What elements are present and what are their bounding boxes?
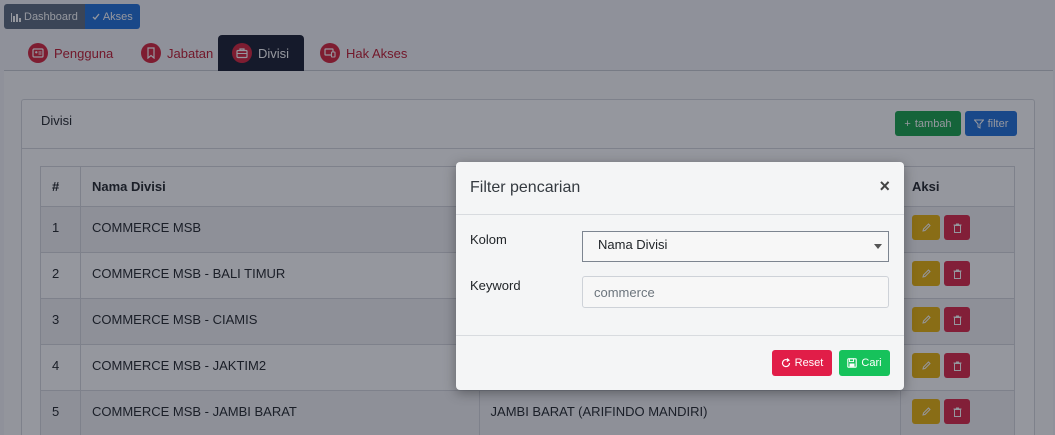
- keyword-input[interactable]: [582, 276, 889, 308]
- reset-button[interactable]: Reset: [772, 350, 832, 376]
- close-icon[interactable]: ×: [879, 176, 890, 197]
- save-icon: [847, 358, 858, 368]
- kolom-label: Kolom: [470, 232, 507, 247]
- kolom-select[interactable]: Nama Divisi: [582, 231, 889, 262]
- keyword-label: Keyword: [470, 278, 521, 293]
- kolom-select-value: Nama Divisi: [598, 237, 668, 252]
- chevron-down-icon: [874, 244, 882, 249]
- filter-modal: Filter pencarian × Kolom Nama Divisi Key…: [456, 162, 904, 390]
- search-button-label: Cari: [861, 357, 882, 369]
- modal-header: Filter pencarian ×: [456, 162, 904, 215]
- search-button[interactable]: Cari: [839, 350, 890, 376]
- refresh-icon: [781, 358, 790, 368]
- modal-body: Kolom Nama Divisi Keyword: [456, 215, 904, 336]
- reset-button-label: Reset: [794, 357, 824, 369]
- modal-title: Filter pencarian: [470, 179, 581, 196]
